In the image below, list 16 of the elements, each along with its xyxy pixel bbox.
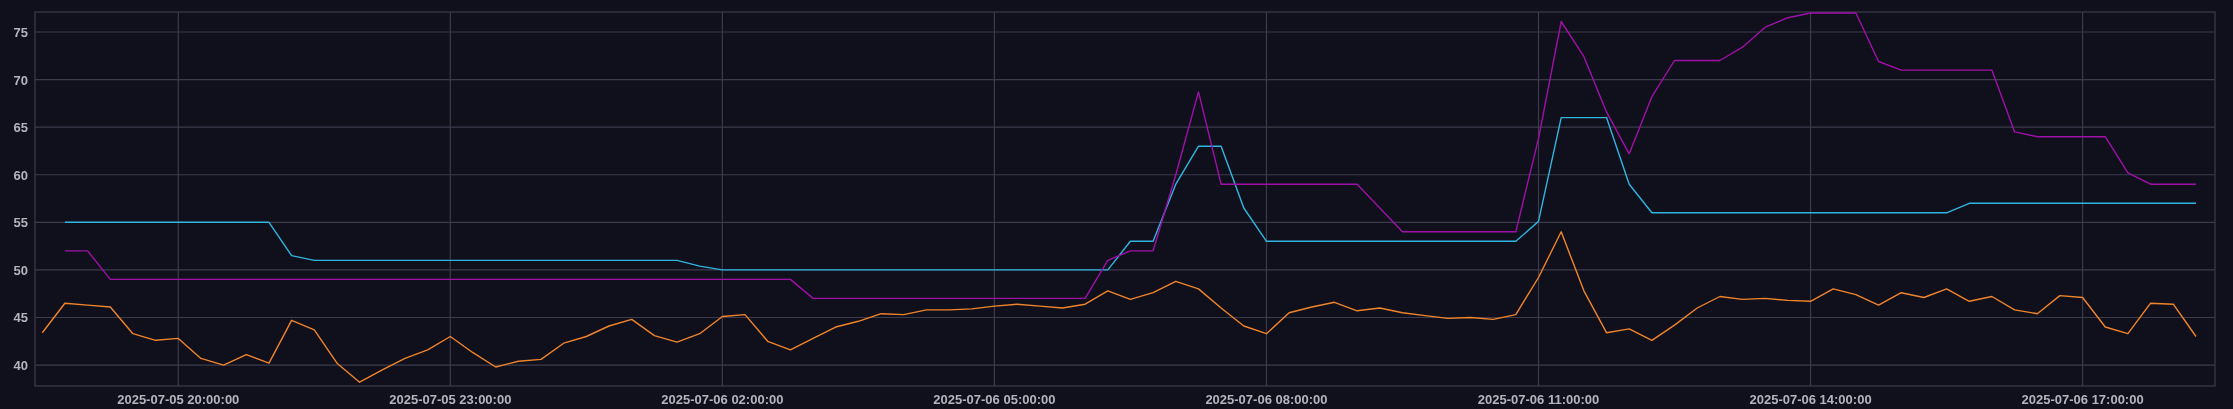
axis-tick-label: 2025-07-05 23:00:00 <box>389 392 512 407</box>
axis-tick-label: 2025-07-06 11:00:00 <box>1477 392 1600 407</box>
axis-tick-label: 2025-07-06 14:00:00 <box>1749 392 1872 407</box>
axis-tick-label: 2025-07-06 17:00:00 <box>2021 392 2144 407</box>
axis-tick-label: 65 <box>13 120 28 136</box>
axis-tick-label: 2025-07-06 08:00:00 <box>1205 392 1328 407</box>
axis-tick-label: 40 <box>13 358 28 374</box>
axis-tick-label: 60 <box>13 167 28 183</box>
axis-tick-label: 45 <box>13 310 28 326</box>
axis-tick-label: 2025-07-05 20:00:00 <box>117 392 240 407</box>
axis-tick-label: 2025-07-06 02:00:00 <box>661 392 784 407</box>
axis-tick-label: 70 <box>13 72 28 88</box>
axis-tick-label: 50 <box>13 262 28 278</box>
axis-tick-label: 55 <box>13 215 28 231</box>
axis-tick-label: 75 <box>13 25 28 40</box>
axis-tick-label: 2025-07-06 05:00:00 <box>933 392 1056 407</box>
